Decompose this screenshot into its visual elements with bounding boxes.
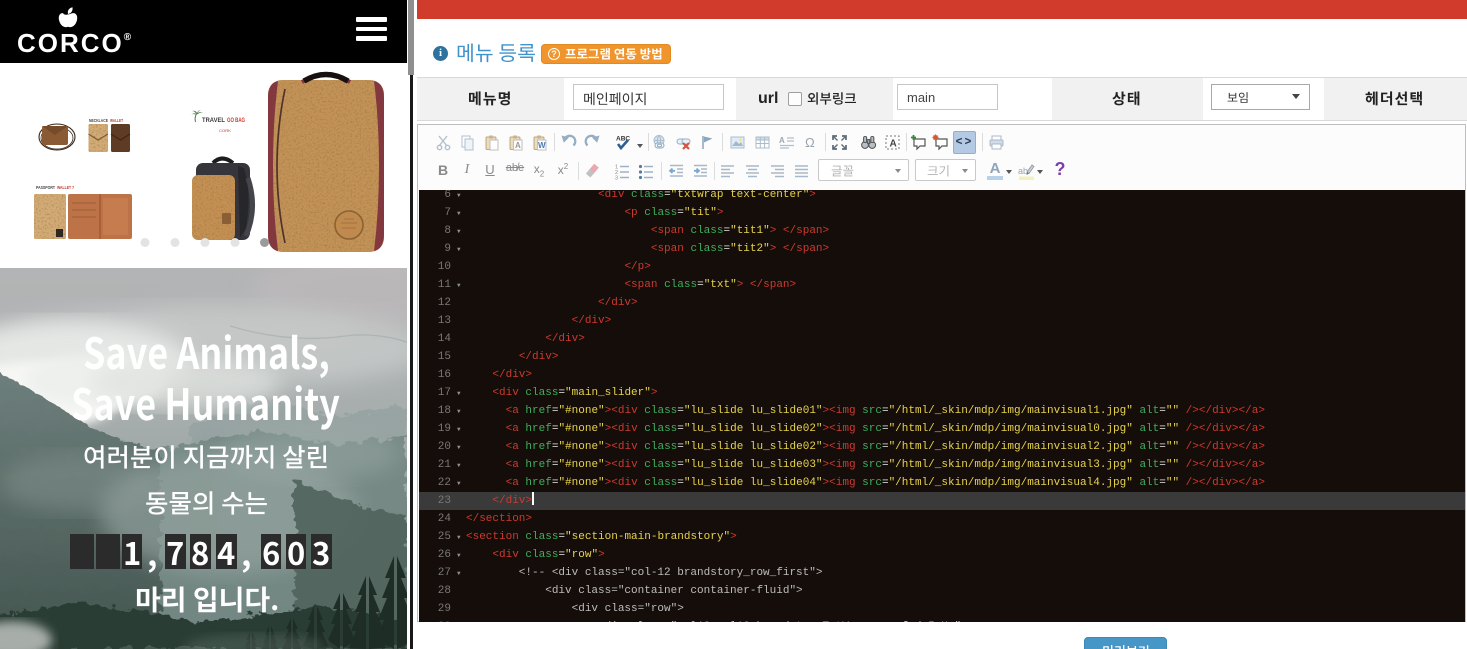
svg-text:A: A [889, 138, 896, 149]
svg-text:NECKLACE: NECKLACE [89, 118, 108, 123]
svg-text:PASSPORT: PASSPORT [36, 185, 55, 190]
svg-text:Ω: Ω [805, 135, 815, 150]
svg-text:A: A [779, 136, 785, 145]
svg-text:TRAVEL: TRAVEL [202, 117, 225, 124]
svg-text:3: 3 [615, 175, 618, 180]
svg-text:W: W [538, 141, 546, 150]
svg-text:CORK: CORK [219, 129, 232, 133]
svg-text:WALLET 7: WALLET 7 [57, 185, 74, 190]
svg-text:WALLET: WALLET [110, 118, 123, 123]
svg-text:GO BAG: GO BAG [227, 117, 245, 124]
svg-text:ab: ab [1018, 166, 1028, 176]
svg-text:A: A [515, 141, 521, 150]
